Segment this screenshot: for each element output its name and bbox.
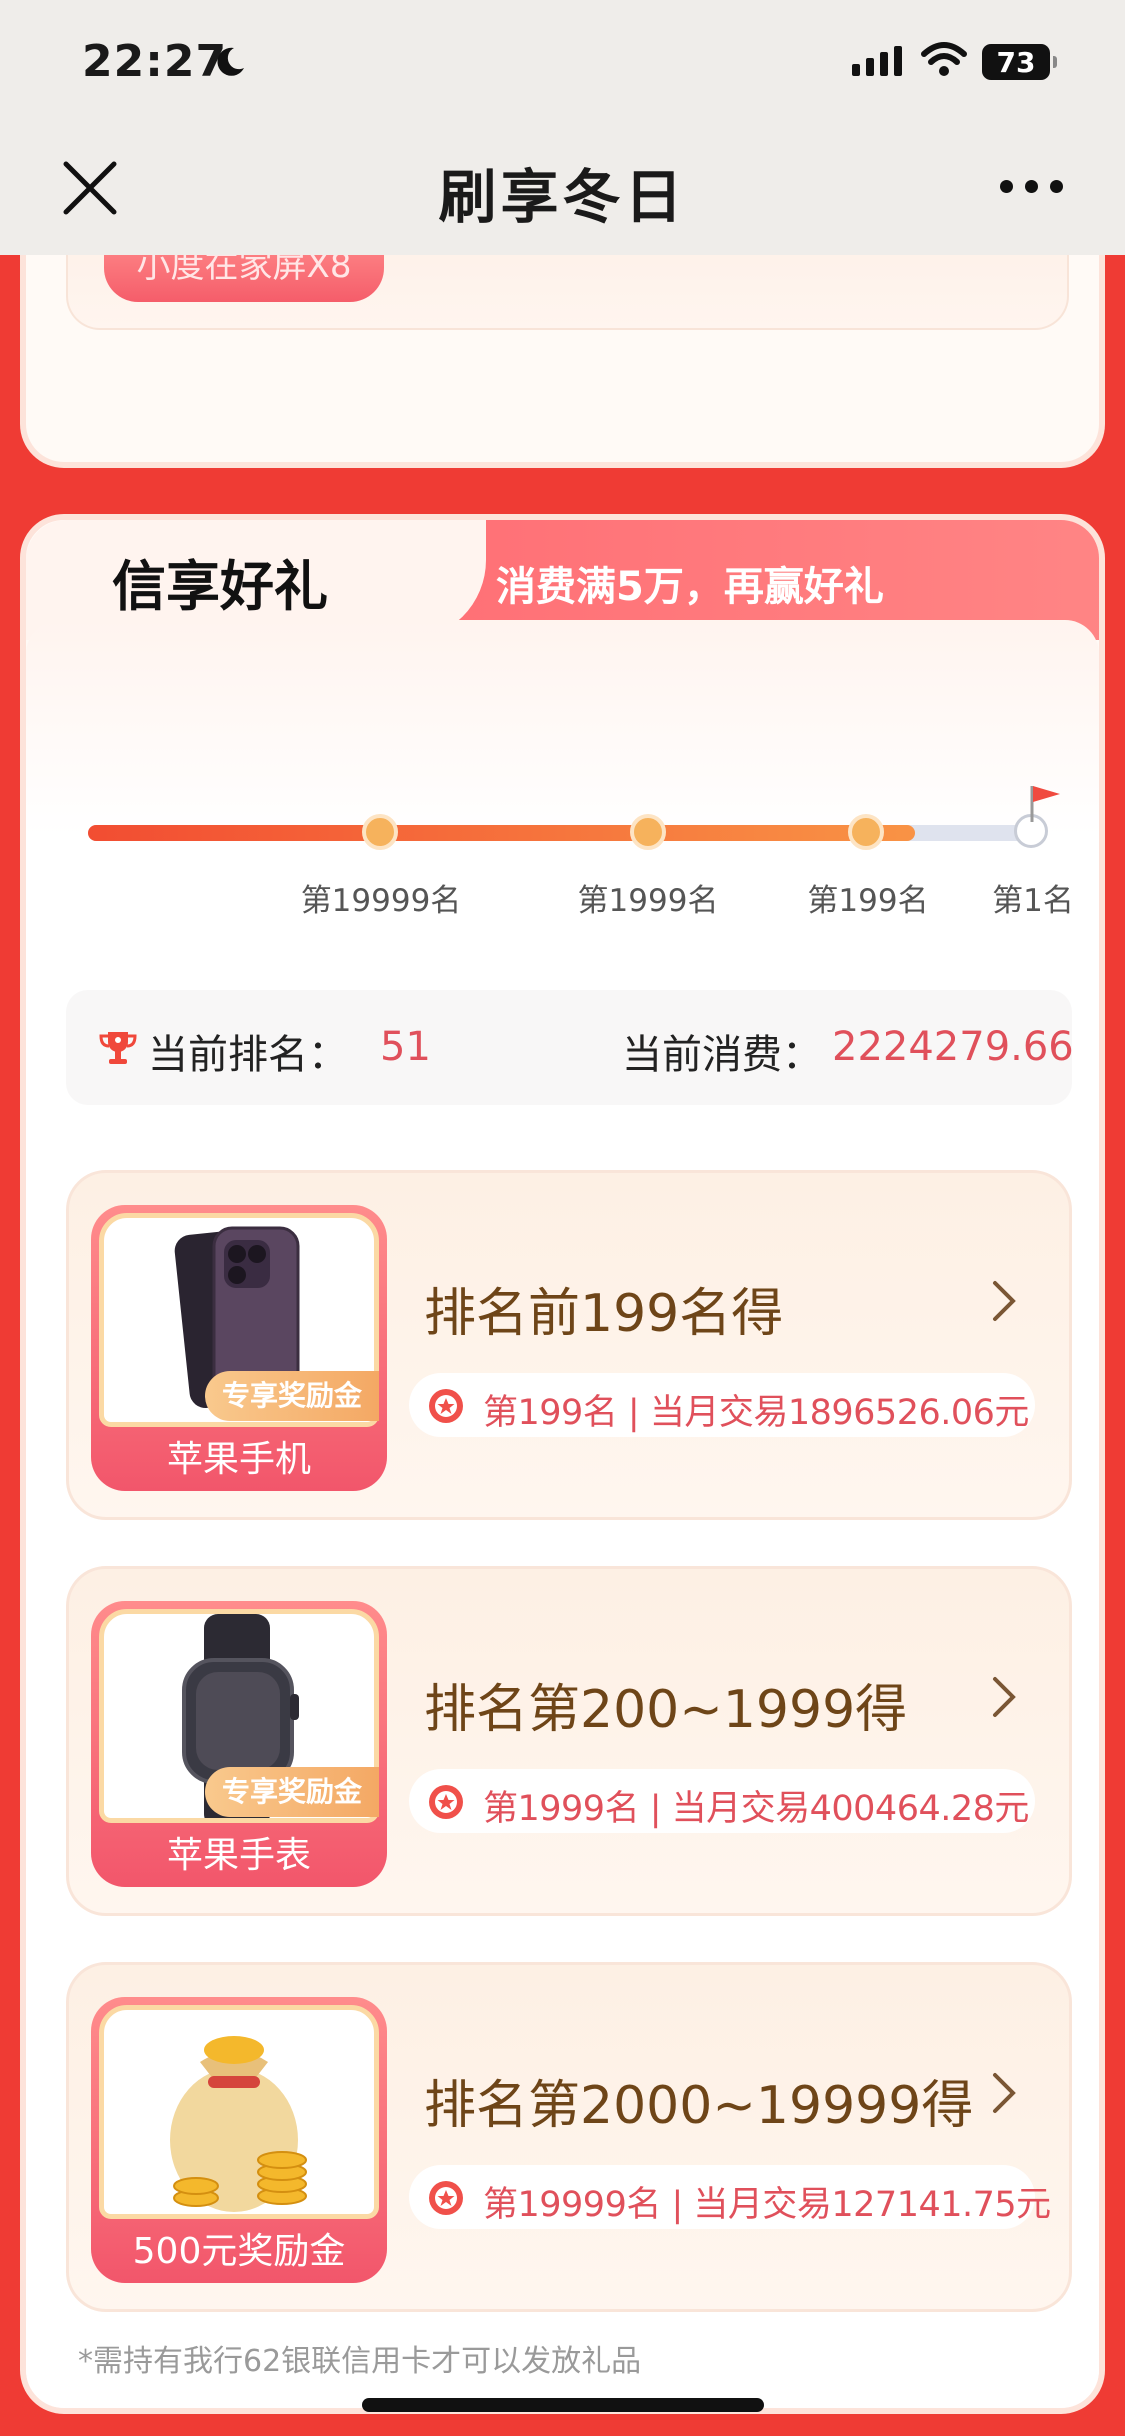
- prize-row[interactable]: 专享奖励金 苹果手机 排名前199名得 第199名 | 当月交易1896526.…: [66, 1170, 1072, 1520]
- prize-detail-pill: 第199名 | 当月交易1896526.06元: [409, 1373, 1035, 1437]
- prize-name: 500元奖励金: [132, 2231, 346, 2272]
- current-rank-value: 51: [380, 1024, 431, 1070]
- rank-progress-fill: [88, 825, 916, 841]
- progress-node-label: 第1999名: [577, 883, 719, 919]
- chevron-right-icon[interactable]: [989, 2071, 1019, 2115]
- current-spend-value: 2224279.66: [832, 1024, 1074, 1070]
- dot-icon: [1000, 180, 1013, 193]
- current-rank-label: 当前排名：: [148, 1032, 348, 1078]
- prize-title: 排名第200~1999得: [424, 1680, 908, 1740]
- prize-title: 排名前199名得: [424, 1284, 784, 1344]
- prize-row[interactable]: 500元奖励金 排名第2000~19999得 第19999名 | 当月交易127…: [66, 1962, 1072, 2312]
- prize-title: 排名第2000~19999得: [424, 2076, 974, 2136]
- current-spend-label: 当前消费：: [622, 1032, 822, 1078]
- current-stats-panel: 当前排名： 51 当前消费： 2224279.66: [66, 990, 1074, 1105]
- prize-detail-pill: 第1999名 | 当月交易400464.28元: [409, 1769, 1035, 1833]
- prize-detail-text: 第1999名 | 当月交易400464.28元: [483, 1789, 1029, 1829]
- progress-node: [362, 814, 398, 850]
- card-body: 第19999名 第1999名 第199名 第1名 当前排名： 51 当前消费： …: [26, 620, 1099, 2408]
- exclusive-badge: 专享奖励金: [205, 1371, 379, 1421]
- chevron-right-icon[interactable]: [989, 1279, 1019, 1323]
- exclusive-badge: 专享奖励金: [205, 1767, 379, 1817]
- rank-progress-track: [88, 825, 1028, 841]
- prize-image-frame: 专享奖励金 苹果手表: [91, 1601, 387, 1887]
- top-bar: 22:27 73 刷享冬日: [0, 0, 1125, 255]
- footnote: *需持有我行62银联信用卡才可以发放礼品: [78, 2344, 642, 2379]
- prize-image-frame: 500元奖励金: [91, 1997, 387, 2283]
- star-badge-icon: [429, 1785, 463, 1819]
- progress-node-label: 第19999名: [300, 883, 462, 919]
- chevron-right-icon[interactable]: [989, 1675, 1019, 1719]
- progress-node: [848, 814, 884, 850]
- prize-detail-text: 第19999名 | 当月交易127141.75元: [483, 2185, 1051, 2225]
- prize-name: 苹果手表: [166, 1835, 311, 1876]
- page-title: 刷享冬日: [438, 163, 687, 231]
- star-badge-icon: [429, 1389, 463, 1423]
- progress-node-label: 第1名: [992, 883, 1074, 919]
- progress-node: [630, 814, 666, 850]
- status-time: 22:27: [82, 36, 228, 87]
- money-bag-icon: [170, 2036, 307, 2212]
- dot-icon: [1050, 180, 1063, 193]
- flag-icon: [1030, 786, 1060, 822]
- prize-detail-pill: 第19999名 | 当月交易127141.75元: [409, 2165, 1051, 2229]
- progress-node-label: 第199名: [807, 883, 929, 919]
- moon-icon: [217, 47, 244, 76]
- cellular-signal-icon: [852, 46, 902, 76]
- prize-image-frame: 专享奖励金 苹果手机: [91, 1205, 387, 1491]
- prize-name: 苹果手机: [166, 1439, 311, 1480]
- gift-card: 消费满5万，再赢好礼 信享好礼 第19999名 第1999名 第199名 第1名: [20, 514, 1105, 2414]
- battery-icon: 73: [982, 44, 1057, 80]
- trophy-icon: [99, 1032, 137, 1064]
- home-indicator[interactable]: [362, 2398, 764, 2412]
- prize-row[interactable]: 专享奖励金 苹果手表 排名第200~1999得 第1999名 | 当月交易400…: [66, 1566, 1072, 1916]
- more-options-button[interactable]: [1000, 180, 1063, 193]
- prize-image: [99, 2005, 379, 2219]
- dot-icon: [1025, 180, 1038, 193]
- prize-detail-text: 第199名 | 当月交易1896526.06元: [483, 1393, 1029, 1433]
- wifi-icon: [921, 42, 967, 76]
- star-badge-icon: [429, 2181, 463, 2215]
